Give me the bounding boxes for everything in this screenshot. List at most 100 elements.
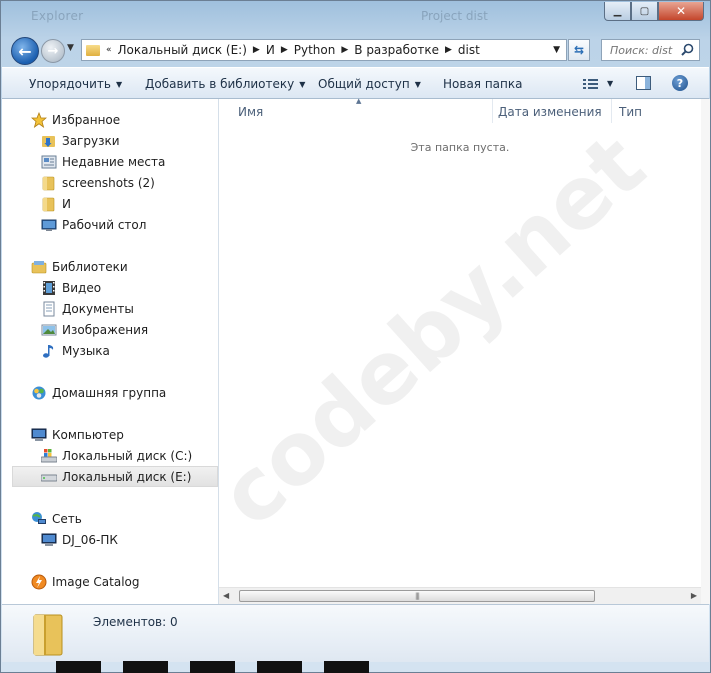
system-drive-icon: [41, 448, 57, 464]
preview-pane-icon[interactable]: [636, 76, 651, 90]
scrollbar-thumb[interactable]: |||: [239, 590, 595, 602]
organize-menu[interactable]: Упорядочить ▼: [29, 77, 122, 91]
taskbar-edge: [56, 661, 436, 673]
sidebar-item-video[interactable]: Видео: [2, 277, 218, 298]
maximize-icon: ▢: [639, 5, 650, 17]
maximize-button[interactable]: ▢: [631, 2, 658, 21]
title-bar[interactable]: Explorer Project dist ▁ ▢ ✕: [1, 1, 710, 33]
explorer-window: Explorer Project dist ▁ ▢ ✕ ← → ▼ « Лока…: [0, 0, 711, 673]
breadcrumb-separator-icon[interactable]: ▶: [341, 45, 348, 55]
sidebar-item-label: Локальный диск (C:): [62, 448, 193, 463]
recent-places-icon: [41, 154, 57, 170]
file-list-pane[interactable]: ▲ Имя Дата изменения Тип Эта папка пуста…: [219, 97, 701, 604]
sidebar-item-computer[interactable]: Компьютер: [2, 424, 218, 445]
chevron-down-icon: ▼: [299, 80, 306, 89]
minimize-button[interactable]: ▁: [604, 2, 631, 21]
add-to-library-menu[interactable]: Добавить в библиотеку ▼: [145, 77, 305, 91]
help-icon[interactable]: ?: [672, 75, 688, 91]
breadcrumb-separator-icon[interactable]: ▶: [253, 45, 260, 55]
sidebar-item-screenshots[interactable]: screenshots (2): [2, 172, 218, 193]
column-header-date[interactable]: Дата изменения: [498, 105, 602, 129]
sidebar-item-image-catalog[interactable]: Image Catalog: [2, 571, 218, 592]
search-input[interactable]: [608, 42, 688, 58]
sidebar-item-music[interactable]: Музыка: [2, 340, 218, 361]
sidebar-item-pictures[interactable]: Изображения: [2, 319, 218, 340]
sidebar-item-label: Изображения: [62, 322, 149, 337]
chevron-down-icon: ▼: [414, 80, 421, 89]
back-button[interactable]: ←: [11, 37, 39, 65]
details-pane: Элементов: 0: [2, 604, 709, 662]
minimize-icon: ▁: [613, 5, 622, 17]
network-icon: [31, 511, 47, 527]
sidebar-item-label: Локальный диск (E:): [62, 469, 192, 484]
drive-icon: [41, 469, 57, 485]
taskbar-segment: [56, 661, 101, 673]
close-button[interactable]: ✕: [658, 2, 704, 21]
forward-button[interactable]: →: [41, 39, 65, 63]
breadcrumb-separator-icon[interactable]: ▶: [445, 45, 452, 55]
breadcrumb-item[interactable]: Локальный диск (E:): [118, 43, 247, 57]
sidebar-item-label: Документы: [62, 301, 134, 316]
libraries-icon: [31, 259, 47, 275]
column-divider[interactable]: [611, 99, 612, 123]
new-folder-label: Новая папка: [443, 77, 523, 91]
sidebar-item-label: Компьютер: [52, 427, 124, 442]
sidebar-item-downloads[interactable]: Загрузки: [2, 130, 218, 151]
sidebar-item-label: И: [62, 196, 71, 211]
breadcrumb-item[interactable]: Python: [294, 43, 336, 57]
new-folder-button[interactable]: Новая папка: [443, 77, 522, 91]
grip-icon: |||: [414, 592, 420, 600]
back-arrow-icon: ←: [18, 41, 32, 61]
refresh-button[interactable]: ⇆: [568, 39, 590, 61]
sidebar-item-i[interactable]: И: [2, 193, 218, 214]
sidebar-item-label: Библиотеки: [52, 259, 128, 274]
sidebar-item-disk-c[interactable]: Локальный диск (C:): [2, 445, 218, 466]
scroll-left-icon[interactable]: ◀: [223, 591, 229, 600]
sidebar-item-label: Сеть: [52, 511, 82, 526]
sidebar-item-label: Рабочий стол: [62, 217, 147, 232]
address-bar[interactable]: « Локальный диск (E:) ▶ И ▶ Python ▶ В р…: [81, 39, 567, 61]
column-divider[interactable]: [492, 99, 493, 123]
command-bar: Упорядочить ▼ Добавить в библиотеку ▼ Общи…: [2, 67, 709, 99]
horizontal-scrollbar[interactable]: ◀ ||| ▶: [219, 587, 701, 604]
history-dropdown-icon[interactable]: ▼: [67, 43, 74, 53]
scroll-right-icon[interactable]: ▶: [691, 591, 697, 600]
sidebar-item-label: DJ_06-ПК: [62, 532, 118, 547]
breadcrumb-item[interactable]: В разработке: [354, 43, 439, 57]
view-options-icon[interactable]: [583, 78, 599, 90]
sidebar-item-label: Загрузки: [62, 133, 120, 148]
search-icon[interactable]: [681, 43, 694, 56]
downloads-folder-icon: [41, 133, 57, 149]
sidebar-item-network[interactable]: Сеть: [2, 508, 218, 529]
column-header-type[interactable]: Тип: [619, 105, 642, 129]
star-icon: [31, 111, 47, 128]
homegroup-icon: [31, 385, 47, 401]
share-menu[interactable]: Общий доступ ▼: [318, 77, 421, 91]
folder-icon: [41, 196, 57, 212]
desktop-icon: [41, 217, 57, 233]
view-dropdown-icon[interactable]: ▼: [607, 79, 613, 88]
folder-icon: [86, 44, 100, 56]
breadcrumb-overflow[interactable]: «: [106, 45, 112, 55]
column-header-name[interactable]: Имя: [238, 105, 263, 129]
music-note-icon: [41, 343, 57, 359]
sidebar-item-disk-e[interactable]: Локальный диск (E:): [12, 466, 218, 487]
sidebar-item-libraries[interactable]: Библиотеки: [2, 256, 218, 277]
sidebar-item-label: Избранное: [52, 112, 121, 127]
sidebar-item-homegroup[interactable]: Домашняя группа: [2, 382, 218, 403]
sidebar-item-desktop[interactable]: Рабочий стол: [2, 214, 218, 235]
close-icon: ✕: [675, 4, 687, 18]
title-ghost-left: Explorer: [31, 9, 84, 23]
video-icon: [41, 280, 57, 296]
sidebar-item-label: screenshots (2): [62, 175, 155, 190]
sidebar-item-favorites[interactable]: Избранное: [2, 109, 218, 130]
sidebar-item-documents[interactable]: Документы: [2, 298, 218, 319]
breadcrumb-item[interactable]: И: [266, 43, 275, 57]
sidebar-item-dj06-pc[interactable]: DJ_06-ПК: [2, 529, 218, 550]
taskbar-segment: [257, 661, 302, 673]
sidebar-item-recent-places[interactable]: Недавние места: [2, 151, 218, 172]
breadcrumb-item[interactable]: dist: [458, 43, 480, 57]
breadcrumb-separator-icon[interactable]: ▶: [281, 45, 288, 55]
image-catalog-icon: [31, 574, 47, 590]
address-dropdown-icon[interactable]: ▼: [553, 45, 560, 55]
